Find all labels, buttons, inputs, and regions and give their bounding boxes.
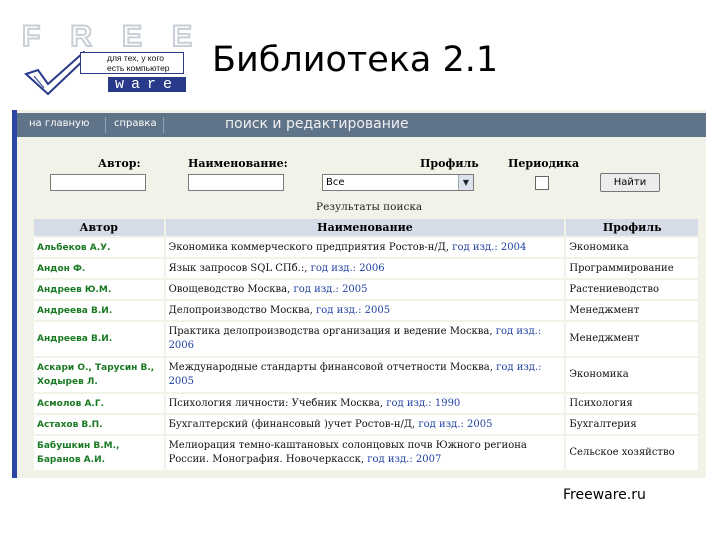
row-title-text: Практика делопроизводства организация и … (168, 326, 493, 337)
logo-letters: FREE (21, 20, 223, 53)
row-year: год изд.: 2005 (316, 304, 391, 316)
row-profile: Программирование (566, 259, 698, 278)
table-row[interactable]: Бабушкин В.М., Баранов А.И. Мелиорация т… (34, 436, 698, 470)
row-author[interactable]: Андреева В.И. (34, 301, 164, 320)
top-nav-bar: на главную справка поиск и редактировани… (17, 113, 706, 137)
slide-title: Библиотека 2.1 (212, 40, 499, 80)
row-year: год изд.: 1990 (386, 397, 461, 409)
row-title: Практика делопроизводства организация и … (165, 322, 565, 356)
table-row[interactable]: Андреева В.И. Практика делопроизводства … (34, 322, 698, 356)
table-row[interactable]: Аскари О., Тарусин В., Ходырев Л. Междун… (34, 358, 698, 392)
row-title-text: Бухгалтерский (финансовый )учет Ростов-н… (168, 418, 416, 430)
row-author[interactable]: Асмолов А.Г. (34, 394, 164, 413)
table-row[interactable]: Андреева В.И. Делопроизводство Москва, г… (34, 301, 698, 320)
row-title: Язык запросов SQL СПб.:, год изд.: 2006 (165, 259, 565, 278)
row-title-text: Язык запросов SQL СПб.:, (168, 262, 308, 274)
section-heading: поиск и редактирование (225, 116, 409, 132)
table-row[interactable]: Альбеков А.У. Экономика коммерческого пр… (34, 238, 698, 257)
row-author[interactable]: Астахов В.П. (34, 415, 164, 434)
row-profile: Бухгалтерия (566, 415, 698, 434)
row-profile: Менеджмент (566, 322, 698, 356)
row-profile: Экономика (566, 238, 698, 257)
author-input[interactable] (50, 174, 146, 191)
results-caption: Результаты поиска (316, 201, 423, 213)
row-title: Бухгалтерский (финансовый )учет Ростов-н… (165, 415, 565, 434)
library-app-screenshot: на главную справка поиск и редактировани… (12, 110, 706, 478)
table-row[interactable]: Андон Ф. Язык запросов SQL СПб.:, год из… (34, 259, 698, 278)
table-header-row: Автор Наименование Профиль (34, 219, 698, 236)
row-title-text: Мелиорация темно-каштановых солонцовых п… (168, 440, 527, 465)
nav-help-link[interactable]: справка (114, 118, 157, 129)
row-author[interactable]: Андреев Ю.М. (34, 280, 164, 299)
row-title: Экономика коммерческого предприятия Рост… (165, 238, 565, 257)
nav-separator (163, 117, 164, 133)
row-year: год изд.: 2007 (367, 454, 442, 465)
row-year: год изд.: 2005 (418, 418, 493, 430)
row-title-text: Экономика коммерческого предприятия Рост… (168, 241, 450, 253)
row-profile: Экономика (566, 358, 698, 392)
row-profile: Психология (566, 394, 698, 413)
nav-separator (105, 117, 106, 133)
left-accent-bar (12, 110, 17, 478)
row-author[interactable]: Бабушкин В.М., Баранов А.И. (34, 436, 164, 470)
row-author[interactable]: Андон Ф. (34, 259, 164, 278)
row-title: Овощеводство Москва, год изд.: 2005 (165, 280, 565, 299)
nav-home-link[interactable]: на главную (29, 118, 89, 129)
slide-footer: Freeware.ru (563, 487, 646, 503)
row-title: Психология личности: Учебник Москва, год… (165, 394, 565, 413)
freeware-logo: FREE для тех, у кого есть компьютер ware (21, 21, 193, 96)
row-author[interactable]: Альбеков А.У. (34, 238, 164, 257)
column-header-title[interactable]: Наименование (165, 219, 565, 236)
row-year: год изд.: 2005 (293, 283, 368, 295)
periodical-label: Периодика (508, 157, 580, 170)
chevron-down-icon[interactable]: ▼ (458, 175, 473, 190)
profile-select[interactable]: Все ▼ (322, 174, 474, 191)
table-row[interactable]: Андреев Ю.М. Овощеводство Москва, год из… (34, 280, 698, 299)
logo-ware: ware (108, 77, 186, 92)
row-title-text: Делопроизводство Москва, (168, 304, 313, 316)
row-title: Мелиорация темно-каштановых солонцовых п… (165, 436, 565, 470)
row-title: Делопроизводство Москва, год изд.: 2005 (165, 301, 565, 320)
row-profile: Сельское хозяйство (566, 436, 698, 470)
row-title-text: Овощеводство Москва, (168, 283, 291, 295)
column-header-profile[interactable]: Профиль (566, 219, 698, 236)
row-title: Международные стандарты финансовой отчет… (165, 358, 565, 392)
profile-select-value: Все (326, 177, 345, 188)
name-label: Наименование: (188, 157, 288, 170)
find-button[interactable]: Найти (600, 173, 660, 192)
row-author[interactable]: Аскари О., Тарусин В., Ходырев Л. (34, 358, 164, 392)
row-profile: Растениеводство (566, 280, 698, 299)
row-year: год изд.: 2006 (310, 262, 385, 274)
table-row[interactable]: Асмолов А.Г. Психология личности: Учебни… (34, 394, 698, 413)
table-row[interactable]: Астахов В.П. Бухгалтерский (финансовый )… (34, 415, 698, 434)
column-header-author[interactable]: Автор (34, 219, 164, 236)
row-year: год изд.: 2004 (452, 241, 527, 253)
row-title-text: Психология личности: Учебник Москва, (168, 397, 384, 409)
author-label: Автор: (98, 157, 141, 170)
periodical-checkbox[interactable] (535, 176, 549, 190)
row-author[interactable]: Андреева В.И. (34, 322, 164, 356)
results-table: Автор Наименование Профиль Альбеков А.У.… (32, 217, 700, 472)
row-title-text: Международные стандарты финансовой отчет… (168, 362, 493, 373)
name-input[interactable] (188, 174, 284, 191)
profile-label: Профиль (420, 157, 479, 170)
row-profile: Менеджмент (566, 301, 698, 320)
logo-tagline: для тех, у кого есть компьютер (80, 52, 184, 74)
